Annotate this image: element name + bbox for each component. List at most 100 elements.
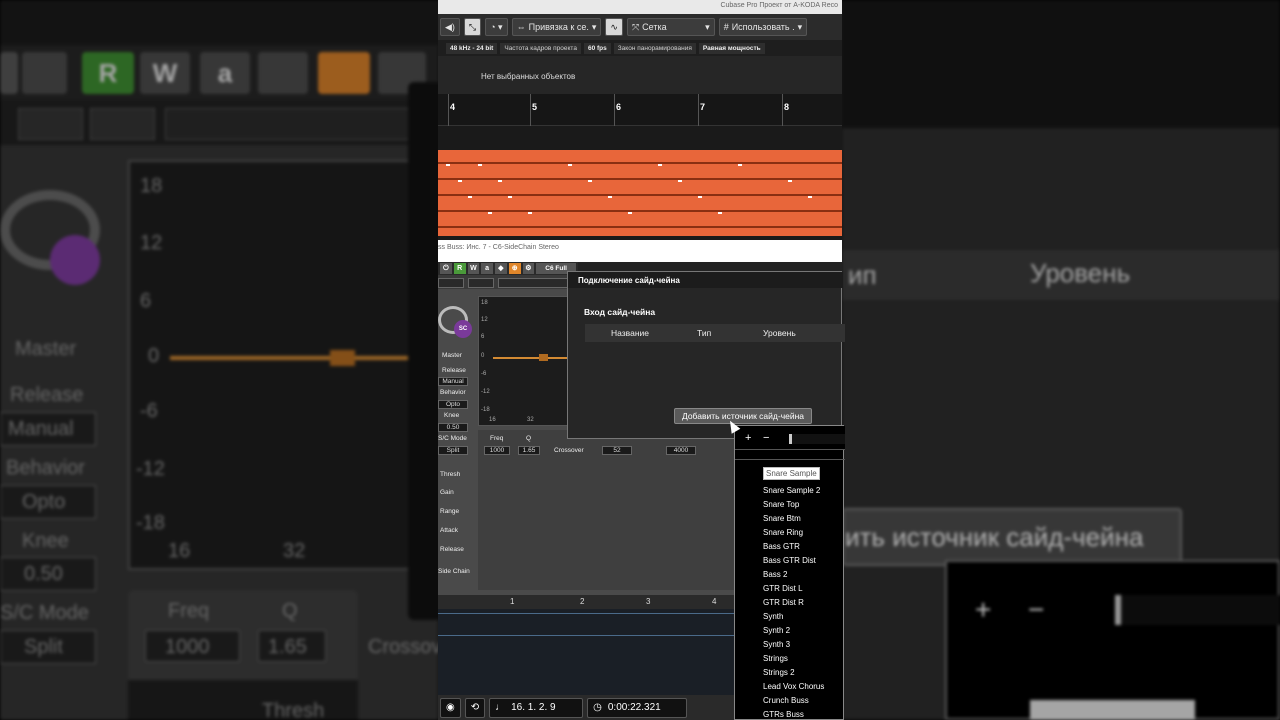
- add-icon[interactable]: +: [745, 432, 751, 444]
- freq-field[interactable]: 1000: [484, 446, 510, 455]
- quantize-icon[interactable]: ∿: [605, 18, 623, 36]
- list-item[interactable]: GTR Dist L: [763, 584, 803, 593]
- knee-field[interactable]: 0.50: [438, 423, 468, 432]
- grid-label: Сетка: [642, 22, 667, 32]
- midi-part[interactable]: [438, 150, 842, 236]
- remove-icon[interactable]: −: [763, 432, 769, 444]
- lower-ruler-mark: 1: [510, 597, 515, 606]
- list-item[interactable]: Snare Ring: [763, 528, 803, 537]
- sample-rate[interactable]: 48 kHz - 24 bit: [446, 42, 498, 54]
- ruler-mark: 5: [532, 102, 538, 112]
- crossover-label: Crossover: [554, 447, 584, 454]
- list-item[interactable]: Bass GTR Dist: [763, 556, 816, 565]
- ab-field[interactable]: [498, 278, 578, 288]
- sc-mode-field[interactable]: Split: [438, 446, 468, 455]
- use-dropdown[interactable]: # Использовать . ▾: [718, 18, 808, 36]
- framerate-label[interactable]: Частота кадров проекта: [500, 42, 581, 54]
- use-label: Использовать .: [731, 22, 795, 32]
- note-icon: ♩: [495, 702, 506, 713]
- power-icon[interactable]: ⏻: [440, 263, 452, 274]
- sc-badge: SC: [454, 320, 472, 338]
- list-item[interactable]: Lead Vox Chorus: [763, 682, 824, 691]
- col-name: Название: [611, 328, 649, 338]
- arrow-icon[interactable]: ◆: [495, 263, 507, 274]
- info-line: Нет выбранных объектов: [438, 56, 842, 94]
- master-label: Master: [442, 352, 462, 359]
- thresh-row-label: Thresh: [440, 471, 461, 478]
- ruler-mark: 4: [450, 102, 456, 112]
- pan-law-value[interactable]: Равная мощность: [698, 42, 765, 54]
- q-field[interactable]: 1.65: [518, 446, 540, 455]
- graph-label: -12: [481, 389, 490, 395]
- col-level: Уровень: [763, 328, 796, 338]
- lower-ruler-mark: 3: [646, 597, 651, 606]
- grid-dropdown[interactable]: ⤧ Сетка ▾: [626, 18, 715, 36]
- list-item-selected[interactable]: Snare Sample: [763, 467, 820, 480]
- side-chain-row-label: Side Chain: [438, 568, 470, 575]
- snap-icon: ⇔: [516, 22, 526, 32]
- source-list-popup: + − Snare Sample Snare Sample 2 Snare Top…: [734, 425, 845, 720]
- graph-label: 6: [481, 334, 485, 340]
- crossover-field-1[interactable]: 52: [602, 446, 632, 455]
- record-icon[interactable]: ◉: [440, 697, 461, 718]
- tool-icon[interactable]: ⤡: [463, 18, 482, 36]
- graph-x-label: 16: [489, 417, 496, 423]
- list-item[interactable]: Snare Sample 2: [763, 486, 820, 495]
- gain-row-label: Gain: [440, 489, 454, 496]
- list-item[interactable]: Synth 3: [763, 640, 790, 649]
- ruler-mark: 8: [784, 102, 790, 112]
- toolbar: ◀) ⤡ ◔ ▾ ⇔ Привязка к се. ▾ ∿ ⤧ Сетка ▾ # И…: [438, 14, 842, 40]
- window-title: Cubase Pro Проект от A-KODA Reco: [438, 0, 842, 14]
- hash-icon: #: [723, 22, 729, 32]
- read-button[interactable]: R: [453, 263, 466, 274]
- release-field[interactable]: Manual: [438, 377, 468, 386]
- graph-x-label: 32: [527, 417, 534, 423]
- sidechain-icon[interactable]: ⊕: [508, 263, 521, 274]
- list-item[interactable]: Synth 2: [763, 626, 790, 635]
- sc-mode-label: S/C Mode: [438, 435, 467, 442]
- grid-icon: ⤧: [631, 21, 640, 32]
- sidechain-dialog: Подключение сайд-чейна Вход сайд-чейна Н…: [567, 271, 845, 439]
- position-value: 16. 1. 2. 9: [511, 702, 556, 713]
- list-item[interactable]: Strings 2: [763, 668, 795, 677]
- list-item[interactable]: Crunch Buss: [763, 696, 809, 705]
- list-item[interactable]: Bass GTR: [763, 542, 800, 551]
- list-item[interactable]: Bass 2: [763, 570, 787, 579]
- crossover-field-2[interactable]: 4000: [666, 446, 696, 455]
- speaker-icon[interactable]: ◀): [440, 18, 460, 36]
- lower-ruler-mark: 2: [580, 597, 585, 606]
- q-label: Q: [526, 435, 532, 442]
- plugin-title: ss Buss: Инс. 7 - C6-SideChain Stereo: [438, 240, 842, 262]
- list-item[interactable]: GTR Dist R: [763, 598, 804, 607]
- list-item[interactable]: Strings: [763, 654, 788, 663]
- snap-dropdown[interactable]: ⇔ Привязка к се. ▾: [511, 18, 602, 36]
- freq-label: Freq: [490, 435, 504, 442]
- list-item[interactable]: Snare Btm: [763, 514, 801, 523]
- pan-law-label[interactable]: Закон панорамирования: [613, 42, 696, 54]
- undo-button[interactable]: [438, 278, 464, 288]
- add-sidechain-source-button[interactable]: Добавить источник сайд-чейна: [674, 408, 812, 424]
- time-display[interactable]: ◷ 0:00:22.321: [587, 697, 688, 718]
- redo-button[interactable]: [468, 278, 494, 288]
- list-item[interactable]: Snare Top: [763, 500, 799, 509]
- graph-label: 12: [481, 317, 488, 323]
- list-item[interactable]: Synth: [763, 612, 783, 621]
- a-icon[interactable]: a: [481, 263, 493, 274]
- position-display[interactable]: ♩ 16. 1. 2. 9: [489, 697, 584, 718]
- attack-row-label: Attack: [440, 527, 459, 534]
- plugin-toolbar: ⏻ R W a ◆ ⊕ ⚙ C6 Full Reset: [438, 262, 578, 283]
- graph-label: 18: [481, 300, 488, 306]
- lower-ruler-mark: 4: [712, 597, 717, 606]
- snap-type-icon[interactable]: ◔ ▾: [485, 18, 508, 36]
- behavior-field[interactable]: Opto: [438, 400, 468, 409]
- dialog-title: Подключение сайд-чейна: [568, 272, 843, 288]
- framerate-value[interactable]: 60 fps: [583, 42, 611, 54]
- write-button[interactable]: W: [467, 263, 480, 274]
- cycle-icon[interactable]: ⟲: [464, 697, 486, 718]
- sidechain-input-title: Вход сайд-чейна: [584, 307, 656, 317]
- gear-icon[interactable]: ⚙: [522, 263, 535, 274]
- timeline-ruler[interactable]: 4 5 6 7 8: [438, 94, 842, 126]
- col-type: Тип: [697, 328, 712, 338]
- search-input[interactable]: [789, 434, 845, 444]
- list-item[interactable]: GTRs Buss: [763, 710, 804, 719]
